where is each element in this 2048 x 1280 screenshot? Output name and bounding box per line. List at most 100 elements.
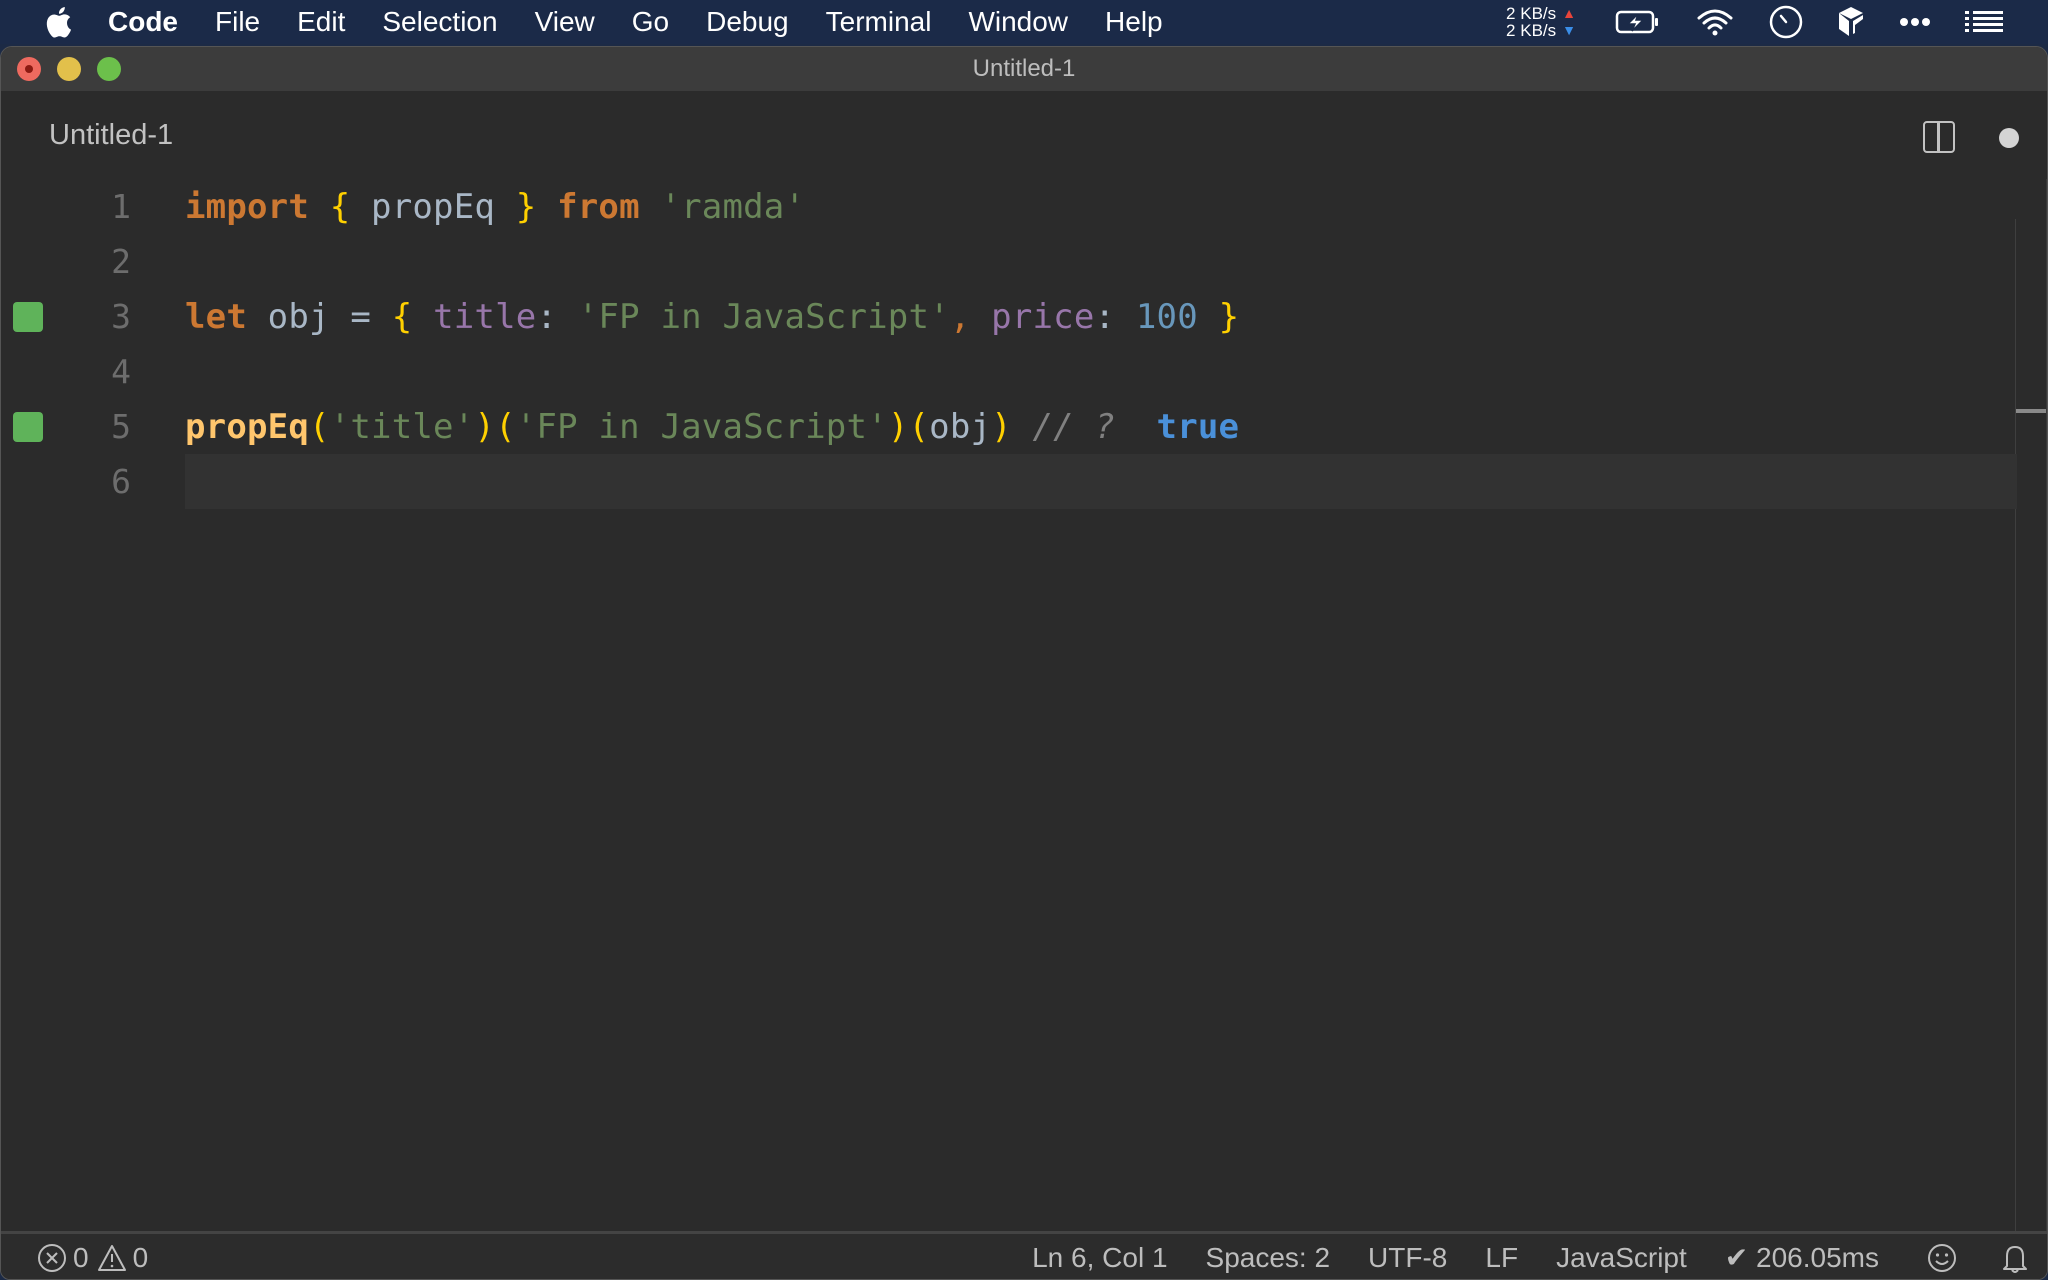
code-token: } bbox=[515, 186, 537, 227]
code-line[interactable]: 3 let obj = { title: 'FP in JavaScript', … bbox=[1, 289, 2016, 344]
unsaved-dot-icon[interactable] bbox=[1999, 128, 2019, 148]
line-number: 2 bbox=[111, 242, 131, 281]
menu-debug[interactable]: Debug bbox=[706, 6, 789, 38]
code-line[interactable]: 5 propEq('title')('FP in JavaScript')(obj… bbox=[1, 399, 2016, 454]
inline-result-value: true bbox=[1156, 406, 1240, 447]
language-mode[interactable]: JavaScript bbox=[1556, 1242, 1687, 1274]
menu-file[interactable]: File bbox=[215, 6, 260, 38]
split-editor-icon[interactable] bbox=[1923, 121, 1955, 153]
menu-code[interactable]: Code bbox=[108, 6, 178, 38]
code-token: 'FP in JavaScript' bbox=[577, 296, 950, 337]
maximize-window-button[interactable] bbox=[97, 57, 121, 81]
minimize-window-button[interactable] bbox=[57, 57, 81, 81]
code-token: propEq bbox=[185, 406, 310, 447]
code-token: ( bbox=[495, 406, 516, 447]
code-token: ) bbox=[991, 406, 1012, 447]
quokka-timing[interactable]: ✔ 206.05ms bbox=[1725, 1241, 1879, 1274]
apple-logo-icon[interactable] bbox=[40, 4, 76, 40]
code-token: { bbox=[391, 296, 413, 337]
code-token: let bbox=[185, 296, 248, 337]
problems-errors-warnings[interactable]: 0 0 bbox=[37, 1242, 156, 1274]
line-number: 5 bbox=[111, 407, 131, 446]
warning-icon bbox=[97, 1244, 127, 1272]
code-token: } bbox=[1218, 296, 1240, 337]
box-icon[interactable] bbox=[1837, 5, 1865, 39]
more-icon[interactable] bbox=[1899, 17, 1931, 27]
tab-untitled-1[interactable]: Untitled-1 bbox=[49, 119, 173, 152]
menu-bar-extras: 2 KB/s 2 KB/s ▲ ▼ bbox=[1506, 0, 2020, 44]
code-token: 'title' bbox=[329, 406, 475, 447]
window-controls bbox=[17, 57, 137, 81]
list-icon[interactable] bbox=[1965, 10, 2003, 34]
code-token: ) bbox=[887, 406, 909, 447]
line-number: 4 bbox=[111, 352, 131, 391]
code-token: price bbox=[991, 296, 1095, 337]
code-token: // ? bbox=[1032, 406, 1116, 447]
warning-count: 0 bbox=[132, 1241, 149, 1273]
code-token: title bbox=[433, 296, 537, 337]
code-text: propEq('title')('FP in JavaScript')(obj)… bbox=[185, 407, 1239, 447]
menu-window[interactable]: Window bbox=[968, 6, 1068, 38]
upload-rate: 2 KB/s bbox=[1506, 4, 1557, 23]
wifi-icon[interactable] bbox=[1695, 8, 1735, 36]
code-token: : bbox=[1094, 296, 1136, 337]
code-token: import bbox=[185, 186, 310, 227]
code-token: : bbox=[536, 296, 578, 337]
code-text: import { propEq } from 'ramda' bbox=[185, 187, 805, 227]
coverage-marker-icon bbox=[13, 411, 43, 442]
code-token: 100 bbox=[1135, 296, 1198, 337]
file-encoding[interactable]: UTF-8 bbox=[1368, 1242, 1447, 1274]
upload-arrow-icon: ▲ bbox=[1562, 5, 1576, 21]
indentation[interactable]: Spaces: 2 bbox=[1206, 1242, 1331, 1274]
network-speed-monitor[interactable]: 2 KB/s 2 KB/s ▲ ▼ bbox=[1506, 5, 1576, 39]
menu-view[interactable]: View bbox=[535, 6, 595, 38]
line-number: 1 bbox=[111, 187, 131, 226]
code-line[interactable]: 6 bbox=[1, 454, 2016, 509]
code-token: 'ramda' bbox=[660, 186, 806, 227]
code-token: from bbox=[557, 186, 640, 227]
code-line[interactable]: 2 bbox=[1, 234, 2016, 289]
window-titlebar[interactable]: Untitled-1 bbox=[1, 47, 2047, 91]
menu-help[interactable]: Help bbox=[1105, 6, 1163, 38]
code-line[interactable]: 4 bbox=[1, 344, 2016, 399]
battery-charging-icon[interactable] bbox=[1615, 9, 1661, 35]
vscode-window: Untitled-1 Untitled-1 1 import { propEq }… bbox=[0, 46, 2048, 1280]
menu-go[interactable]: Go bbox=[632, 6, 669, 38]
cursor-position[interactable]: Ln 6, Col 1 bbox=[1032, 1242, 1167, 1274]
close-window-button[interactable] bbox=[17, 57, 41, 81]
menu-terminal[interactable]: Terminal bbox=[826, 6, 932, 38]
line-number: 6 bbox=[111, 462, 131, 501]
code-token: propEq bbox=[350, 186, 516, 227]
download-arrow-icon: ▼ bbox=[1562, 22, 1576, 38]
menu-edit[interactable]: Edit bbox=[297, 6, 345, 38]
end-of-line[interactable]: LF bbox=[1485, 1242, 1518, 1274]
notifications-bell-icon[interactable] bbox=[2001, 1242, 2029, 1274]
macos-menu-bar: Code File Edit Selection View Go Debug T… bbox=[0, 0, 2048, 44]
code-token: , bbox=[949, 296, 971, 337]
code-token: ( bbox=[309, 406, 330, 447]
coverage-marker-icon bbox=[13, 301, 43, 332]
code-editor[interactable]: 1 import { propEq } from 'ramda' 2 3 let obj… bbox=[1, 179, 2047, 1231]
window-title: Untitled-1 bbox=[972, 55, 1076, 82]
error-count: 0 bbox=[73, 1241, 89, 1273]
code-text: let obj = { title: 'FP in JavaScript', p… bbox=[185, 297, 1239, 337]
line-number: 3 bbox=[111, 297, 131, 336]
code-token: ) bbox=[474, 406, 496, 447]
menu-selection[interactable]: Selection bbox=[382, 6, 497, 38]
error-icon bbox=[37, 1243, 67, 1273]
editor-tab-bar: Untitled-1 bbox=[1, 91, 2047, 179]
code-token: 'FP in JavaScript' bbox=[515, 406, 888, 447]
clock-icon[interactable] bbox=[1769, 5, 1803, 39]
code-token: obj = bbox=[247, 296, 392, 337]
download-rate: 2 KB/s bbox=[1506, 21, 1557, 40]
code-line[interactable]: 1 import { propEq } from 'ramda' bbox=[1, 179, 2016, 234]
feedback-smiley-icon[interactable] bbox=[1927, 1243, 1957, 1273]
